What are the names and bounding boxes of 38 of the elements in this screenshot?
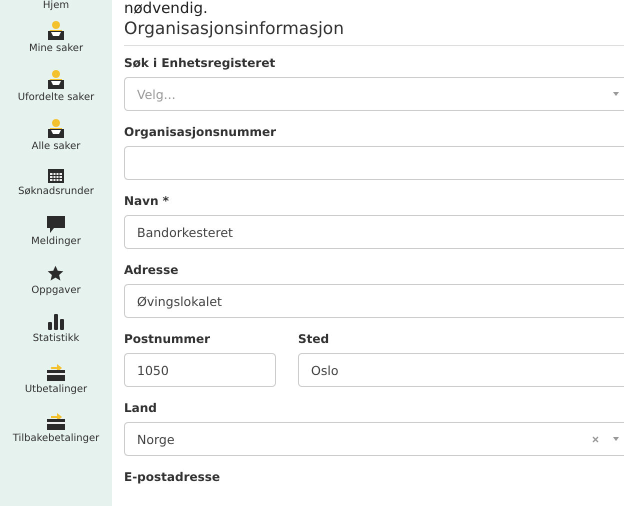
sidebar-item[interactable]: Oppgaver (31, 265, 81, 314)
calendar-icon (48, 167, 64, 183)
caret-icon (613, 92, 619, 96)
clear-icon[interactable] (592, 436, 599, 442)
page-heading: nødvendig. (124, 0, 209, 16)
inbox-icon (48, 69, 64, 89)
speech-bubble-icon (46, 216, 65, 233)
sidebar-item[interactable]: Hjem (42, 0, 70, 20)
section-title: Organisasjonsinformasjon (124, 19, 624, 46)
field-label: Navn * (124, 194, 170, 208)
sidebar-item[interactable]: Søknadsrunder (18, 167, 94, 216)
card-arrow-icon (46, 363, 65, 381)
card-arrow-icon (46, 412, 65, 430)
field-label: Land (124, 401, 158, 415)
inbox-icon (48, 20, 64, 40)
sidebar-item[interactable]: Tilbakebetalinger (12, 412, 100, 461)
sidebar-item[interactable]: Utbetalinger (24, 363, 88, 412)
caret-icon (613, 437, 619, 441)
sidebar-item[interactable]: Alle saker (32, 118, 80, 167)
field-label: Søk i Enhetsregisteret (124, 56, 276, 70)
select-field[interactable]: Norge (124, 422, 624, 456)
sidebar-item[interactable]: Meldinger (31, 216, 81, 265)
input-field[interactable] (124, 146, 624, 180)
star-icon (47, 265, 64, 282)
field-label: E-postadresse (124, 470, 222, 484)
field-label: Sted (298, 332, 330, 346)
input-field[interactable]: 1050 (124, 353, 276, 387)
field-label: Adresse (124, 263, 180, 277)
sidebar-item[interactable]: Mine saker (28, 20, 84, 69)
sidebar-item[interactable]: Ufordelte saker (18, 69, 94, 118)
sidebar-item[interactable]: Statistikk (32, 314, 80, 363)
input-field[interactable]: Oslo (298, 353, 624, 387)
input-field[interactable]: Øvingslokalet (124, 284, 624, 318)
inbox-icon (48, 118, 64, 138)
field-label: Organisasjonsnummer (124, 125, 278, 139)
field-label: Postnummer (124, 332, 212, 346)
bar-chart-icon (48, 314, 64, 330)
input-field[interactable]: Bandorkesteret (124, 215, 624, 249)
